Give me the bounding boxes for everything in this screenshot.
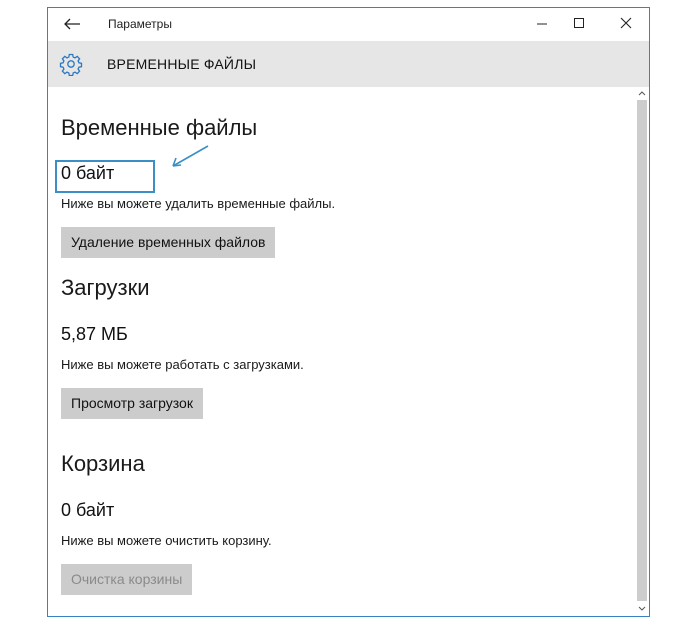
minimize-button[interactable] bbox=[519, 8, 565, 39]
title-bar: Параметры bbox=[48, 8, 649, 41]
annotation-arrow-icon bbox=[172, 145, 209, 167]
recycle-bin-size-value: 0 байт bbox=[61, 500, 115, 520]
back-button[interactable] bbox=[58, 13, 86, 35]
scrollbar-thumb[interactable] bbox=[637, 100, 647, 601]
downloads-size-value: 5,87 МБ bbox=[61, 324, 128, 344]
page-header: ВРЕМЕННЫЕ ФАЙЛЫ bbox=[48, 41, 649, 87]
settings-window: Параметры ВРЕМЕННЫЕ ФАЙЛЫ Временные файл… bbox=[47, 7, 650, 617]
content-area: Временные файлы 0 байт Ниже вы можете уд… bbox=[48, 87, 632, 616]
page-title: ВРЕМЕННЫЕ ФАЙЛЫ bbox=[107, 56, 257, 72]
recycle-bin-description: Ниже вы можете очистить корзину. bbox=[61, 533, 272, 548]
view-downloads-button[interactable]: Просмотр загрузок bbox=[61, 388, 203, 419]
minimize-icon bbox=[537, 23, 547, 25]
section-title-recycle-bin: Корзина bbox=[61, 451, 145, 476]
close-icon bbox=[620, 17, 632, 29]
scroll-down-arrow-icon[interactable] bbox=[636, 603, 648, 615]
back-arrow-icon bbox=[64, 18, 80, 30]
delete-temp-files-button[interactable]: Удаление временных файлов bbox=[61, 227, 276, 258]
gear-icon bbox=[59, 53, 83, 76]
section-title-temp: Временные файлы bbox=[61, 115, 258, 140]
close-button[interactable] bbox=[603, 8, 649, 39]
scroll-up-arrow-icon[interactable] bbox=[636, 87, 648, 99]
vertical-scrollbar[interactable] bbox=[634, 87, 649, 616]
downloads-description: Ниже вы можете работать с загрузками. bbox=[61, 357, 304, 372]
window-title: Параметры bbox=[108, 17, 172, 31]
section-title-downloads: Загрузки bbox=[61, 275, 150, 300]
empty-recycle-bin-button[interactable]: Очистка корзины bbox=[61, 564, 193, 595]
temp-description: Ниже вы можете удалить временные файлы. bbox=[61, 196, 336, 211]
temp-size-value: 0 байт bbox=[61, 163, 115, 183]
